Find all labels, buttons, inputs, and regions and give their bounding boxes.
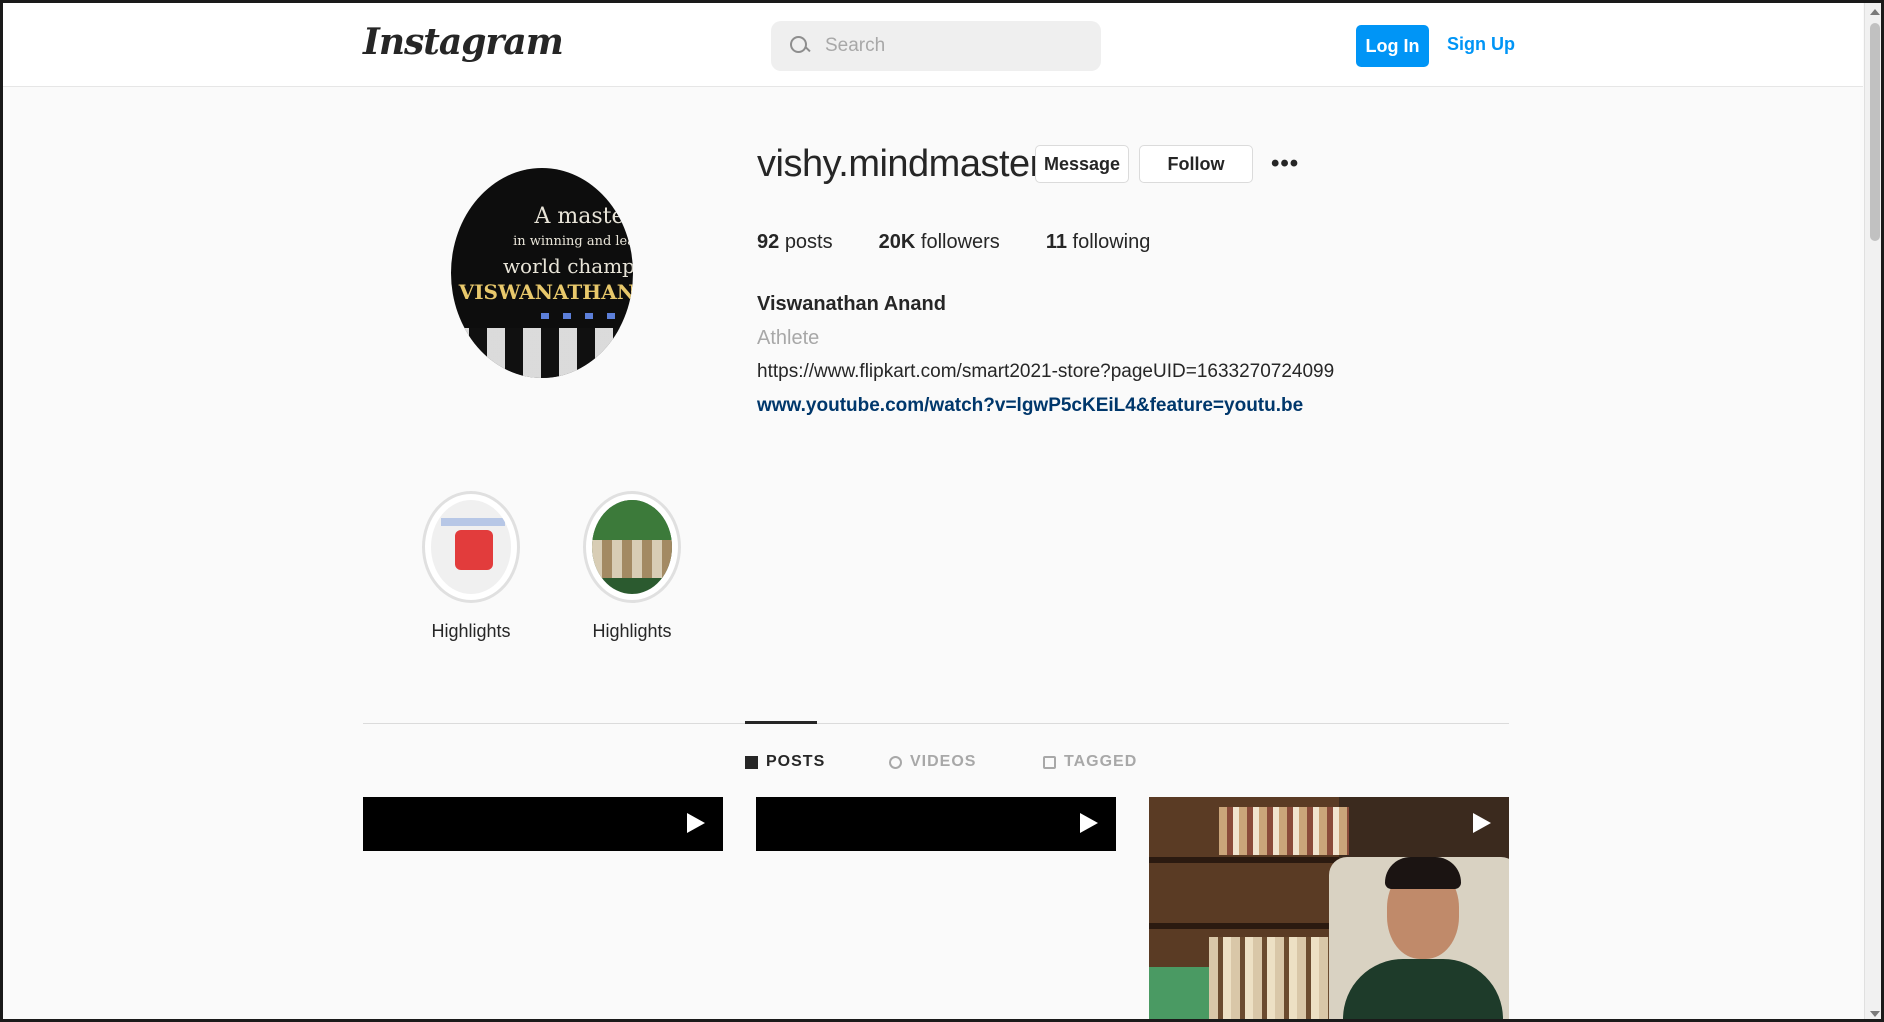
message-button[interactable]: Message — [1035, 145, 1129, 183]
tab-label: TAGGED — [1064, 753, 1138, 770]
top-navigation: Instagram Log In Sign Up — [3, 3, 1863, 87]
scroll-thumb[interactable] — [1870, 23, 1880, 241]
post-image-books — [1219, 807, 1349, 855]
profile-avatar[interactable]: A master in winning and lea world champ … — [451, 168, 633, 378]
followers-stat[interactable]: 20K followers — [879, 231, 1000, 254]
tab-tagged[interactable]: TAGGED — [1043, 753, 1137, 771]
tab-videos[interactable]: VIDEOS — [889, 753, 976, 771]
following-stat[interactable]: 11 following — [1046, 231, 1151, 254]
search-input[interactable] — [825, 35, 1085, 57]
profile-stats: 92 posts 20K followers 11 following — [757, 231, 1196, 254]
highlight-label: Highlights — [431, 621, 511, 641]
post-tile[interactable] — [363, 797, 723, 1019]
active-tab-indicator — [745, 721, 817, 724]
grid-icon — [745, 755, 758, 769]
bio-url: https://www.flipkart.com/smart2021-store… — [757, 361, 1335, 382]
posts-count: 92 — [757, 231, 780, 253]
post-image-books — [1209, 937, 1329, 1019]
highlight-cover-detail — [455, 530, 493, 570]
scroll-up-arrow-icon[interactable] — [1870, 9, 1880, 15]
vertical-scrollbar[interactable] — [1864, 3, 1881, 1019]
tag-icon — [1043, 755, 1056, 769]
signup-link[interactable]: Sign Up — [1447, 34, 1515, 55]
highlight-ring — [583, 491, 681, 603]
more-options-icon[interactable]: ••• — [1271, 151, 1307, 177]
post-tile[interactable] — [1149, 797, 1509, 1019]
post-image-books — [1149, 967, 1209, 1019]
highlight-item[interactable]: Highlights — [419, 491, 523, 642]
tab-posts[interactable]: POSTS — [745, 753, 825, 771]
tabs-divider — [363, 723, 1509, 724]
avatar-text-line: in winning and lea — [513, 234, 633, 249]
reel-icon — [687, 811, 709, 835]
login-button[interactable]: Log In — [1356, 25, 1429, 67]
search-icon — [789, 35, 811, 57]
highlight-ring — [422, 491, 520, 603]
highlight-cover-detail — [592, 540, 672, 578]
post-tile[interactable] — [756, 797, 1116, 1019]
highlight-item[interactable]: Highlights — [580, 491, 684, 642]
video-icon — [889, 755, 902, 769]
highlight-cover — [431, 500, 511, 594]
avatar-text-line: world champ — [502, 254, 633, 278]
highlight-cover-detail — [592, 500, 672, 540]
external-link[interactable]: www.youtube.com/watch?v=lgwP5cKEiL4&feat… — [757, 395, 1303, 417]
avatar-text-line: A master — [534, 204, 633, 229]
tab-label: POSTS — [766, 753, 826, 770]
posts-label: posts — [784, 231, 833, 253]
profile-full-name: Viswanathan Anand — [757, 293, 946, 315]
followers-label: followers — [920, 231, 1000, 253]
following-label: following — [1072, 231, 1151, 253]
highlight-cover — [592, 500, 672, 594]
profile-username: vishy.mindmaster — [757, 143, 1042, 185]
reel-icon — [1473, 811, 1495, 835]
following-count: 11 — [1045, 231, 1067, 253]
highlight-cover-detail — [441, 518, 505, 526]
tab-label: VIDEOS — [910, 753, 977, 770]
followers-count: 20K — [878, 231, 916, 253]
avatar-chessboard — [451, 328, 633, 378]
instagram-logo[interactable]: Instagram — [363, 21, 564, 63]
post-thumbnail — [363, 797, 723, 851]
avatar-text-line: VISWANATHAN — [458, 280, 633, 304]
search-box[interactable] — [771, 21, 1101, 71]
follow-button[interactable]: Follow — [1139, 145, 1253, 183]
reel-icon — [1080, 811, 1102, 835]
avatar-decoration — [541, 313, 631, 319]
browser-frame: Instagram Log In Sign Up A master in win… — [0, 0, 1884, 1022]
scroll-down-arrow-icon[interactable] — [1870, 1011, 1880, 1017]
post-image-person — [1385, 857, 1461, 889]
post-thumbnail — [756, 797, 1116, 851]
posts-stat: 92 posts — [757, 231, 833, 254]
profile-category: Athlete — [757, 327, 820, 349]
highlight-label: Highlights — [592, 621, 672, 641]
